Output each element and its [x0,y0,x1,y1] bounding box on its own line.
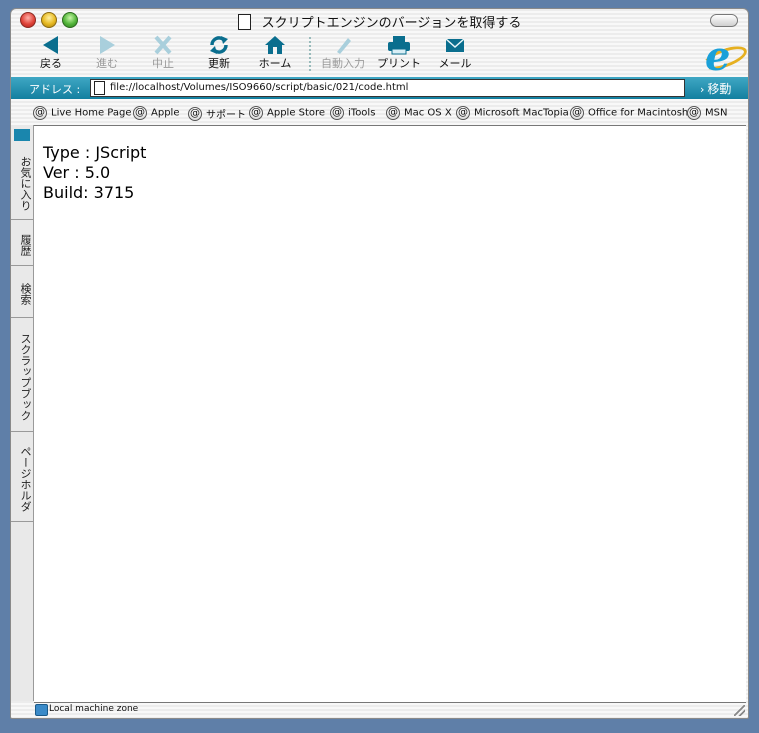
toolbar: 戻る 進む 中止 更新 ホーム 自動入力 プリント メール e [11,31,748,80]
address-label: アドレス : [29,83,81,96]
at-icon: @ [386,106,400,120]
at-icon: @ [249,106,263,120]
at-icon: @ [687,106,701,120]
at-icon: @ [330,106,344,120]
mail-icon [445,38,465,52]
print-button[interactable]: プリント [373,33,425,75]
favorite-itools[interactable]: @ iTools [330,106,375,120]
stop-button[interactable]: 中止 [137,33,189,75]
go-button-label: 移動 [707,82,732,96]
favorite-msn[interactable]: @ MSN [687,106,727,120]
at-icon: @ [33,106,47,120]
back-button[interactable]: 戻る [25,33,77,75]
tab-page-holder[interactable]: ページホルダ [11,437,33,522]
status-bar: Local machine zone [11,701,748,718]
stop-button-label: 中止 [152,57,174,70]
favorite-office-for-macintosh[interactable]: @ Office for Macintosh [570,106,688,120]
explorer-bar: お気に入り 履歴 検索 スクラップブック ページホルダ [11,125,34,701]
at-icon: @ [133,106,147,120]
zone-status-text: Local machine zone [49,704,139,714]
back-button-label: 戻る [40,57,62,70]
go-button[interactable]: › 移動 [700,80,731,97]
back-arrow-icon [43,36,58,54]
mail-button-label: メール [438,57,472,70]
tab-favorites[interactable]: お気に入り [11,147,33,220]
favorite-apple-store[interactable]: @ Apple Store [249,106,325,120]
explorer-bar-toggle-icon[interactable] [14,129,30,141]
home-button-label: ホーム [258,57,292,70]
favorite-support[interactable]: @ サポート [188,106,246,121]
page-content: Type : JScript Ver : 5.0 Build: 3715 [34,125,746,703]
engine-version-line: Ver : 5.0 [43,163,111,182]
autofill-button[interactable]: 自動入力 [317,33,369,75]
engine-build-line: Build: 3715 [43,183,135,202]
toolbar-separator [309,37,311,71]
refresh-button[interactable]: 更新 [193,33,245,75]
favorite-microsoft-mactopia[interactable]: @ Microsoft MacTopia [456,106,569,120]
print-button-label: プリント [377,57,421,70]
home-icon [265,36,285,54]
resize-grip-icon[interactable] [734,705,745,716]
refresh-button-label: 更新 [208,57,230,70]
tab-history[interactable]: 履歴 [11,225,33,266]
autofill-pen-icon [337,38,351,54]
ie-logo-icon: e [705,33,731,80]
document-icon [237,13,251,30]
go-arrow-icon: › [700,83,705,96]
stop-x-icon [154,35,172,55]
at-icon: @ [456,106,470,120]
tab-scrapbook[interactable]: スクラップブック [11,323,33,432]
autofill-button-label: 自動入力 [321,57,365,70]
printer-icon [388,36,410,55]
favorite-live-home-page[interactable]: @ Live Home Page [33,106,132,120]
favorite-apple[interactable]: @ Apple [133,106,179,120]
address-field[interactable]: file://localhost/Volumes/ISO9660/script/… [90,79,685,97]
address-bar: アドレス : file://localhost/Volumes/ISO9660/… [11,77,748,99]
mail-button[interactable]: メール [429,33,481,75]
at-icon: @ [188,106,202,121]
home-button[interactable]: ホーム [249,33,301,75]
title-bar[interactable]: スクリプトエンジンのバージョンを取得する [11,9,748,31]
forward-button-label: 進む [96,57,118,70]
refresh-icon [210,36,228,54]
address-url[interactable]: file://localhost/Volumes/ISO9660/script/… [110,82,408,93]
tab-search[interactable]: 検索 [11,271,33,318]
forward-button[interactable]: 進む [81,33,133,75]
browser-window: スクリプトエンジンのバージョンを取得する 戻る 進む 中止 更新 ホーム 自動入… [10,8,749,719]
page-icon [94,81,105,95]
zone-icon [35,704,48,716]
window-title: スクリプトエンジンのバージョンを取得する [261,16,522,31]
favorites-bar: @ Live Home Page @ Apple @ サポート @ Apple Stor… [11,102,748,124]
engine-type-line: Type : JScript [43,143,147,162]
toolbar-toggle-button[interactable] [710,14,738,27]
favorite-mac-os-x[interactable]: @ Mac OS X [386,106,452,120]
at-icon: @ [570,106,584,120]
forward-arrow-icon [100,36,115,54]
